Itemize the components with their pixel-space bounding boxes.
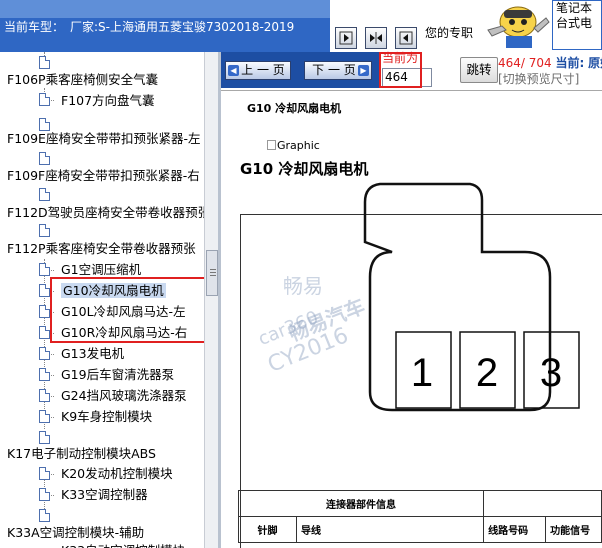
document-icon (39, 305, 50, 318)
vehicle-info: 当前车型： 厂家:S-上海通用五菱宝骏7302018-2019 (4, 21, 328, 34)
prev-arrow-icon: ◀ (228, 65, 239, 76)
connector-diagram: 1 2 3 (363, 182, 580, 412)
table-row: 针脚 导线 线路号码 功能信号 (238, 516, 602, 543)
page-mode-value[interactable]: 原始 (588, 56, 602, 70)
document-icon (39, 326, 50, 339)
page-mode-label: 当前: (555, 56, 585, 70)
tree-item-k33[interactable]: K33空调控制器 (61, 484, 148, 505)
split-arrows-icon (370, 32, 382, 44)
vehicle-model-value: 厂家:S-上海通用五菱宝骏7302018-2019 (70, 20, 295, 34)
document-icon (39, 347, 50, 360)
document-icon (39, 410, 50, 423)
preview-size-toggle[interactable]: [切换预览尺寸] (498, 70, 579, 87)
broken-image-icon (267, 140, 276, 150)
diagram-subtitle: G10 冷却风扇电机 (247, 102, 342, 115)
document-icon (39, 389, 50, 402)
page-info: 464/ 704 当前: 原始 (498, 54, 602, 71)
arrow-right-icon (339, 31, 353, 45)
document-icon (39, 467, 50, 480)
vehicle-bar-top (0, 0, 330, 18)
tree-item-f109e[interactable]: F109E座椅安全带带扣预张紧器-左 (7, 128, 200, 149)
tool-strip: 您的专职 笔记本 台式电 (330, 0, 602, 52)
highlight-box-nav (379, 52, 422, 88)
document-icon (39, 488, 50, 501)
table-header-function: 功能信号 (545, 516, 602, 543)
connector-info-table: 连接器部件信息 针脚 导线 线路号码 功能信号 (237, 490, 602, 543)
vehicle-model-label: 当前车型： (4, 20, 65, 34)
tree-item-k17[interactable]: K17电子制动控制模块ABS (7, 443, 156, 464)
page-current: 464 (498, 56, 521, 70)
document-icon (39, 263, 50, 276)
table-header-pin: 针脚 (238, 516, 297, 543)
document-icon (39, 224, 50, 237)
brand-box: 笔记本 台式电 (552, 0, 602, 50)
graphic-alt-text: Graphic (277, 139, 320, 152)
pin-3-label: 3 (540, 351, 562, 395)
promo-text: 您的专职 (425, 26, 474, 40)
document-icon (39, 284, 50, 297)
panel-split-button[interactable] (365, 27, 387, 49)
page-total: 704 (528, 56, 552, 70)
document-icon (39, 509, 50, 522)
next-arrow-icon: ▶ (358, 65, 369, 76)
table-cell (483, 490, 602, 517)
pin-2-label: 2 (476, 351, 498, 395)
document-icon (39, 56, 50, 69)
graphic-placeholder: Graphic (267, 139, 320, 152)
document-icon (39, 368, 50, 381)
jump-button[interactable]: 跳转 (460, 57, 498, 83)
document-icon (39, 152, 50, 165)
prev-page-label: 上 一 页 (241, 63, 285, 77)
tree-item-k20[interactable]: K20发动机控制模块 (61, 463, 173, 484)
next-page-label: 下 一 页 (312, 63, 356, 77)
tree-item-f106p[interactable]: F106P乘客座椅侧安全气囊 (7, 69, 158, 90)
brand-line-1: 笔记本 (556, 1, 593, 15)
table-header-wire: 导线 (295, 516, 485, 543)
document-icon (39, 93, 50, 106)
pin-1-label: 1 (411, 351, 433, 395)
panel-right-button[interactable] (395, 27, 417, 49)
brand-line-2: 台式电 (556, 16, 593, 30)
tree-item-f107[interactable]: F107方向盘气囊 (61, 90, 155, 111)
table-row: 连接器部件信息 (237, 490, 602, 517)
mascot-icon (487, 6, 550, 48)
document-icon (39, 188, 50, 201)
arrow-left-icon (399, 31, 413, 45)
tree-item-g13[interactable]: G13发电机 (61, 343, 124, 364)
table-header-circuit: 线路号码 (483, 516, 547, 543)
prev-page-button[interactable]: ◀ 上 一 页 (225, 61, 291, 80)
page-separator: / (520, 56, 525, 70)
panel-left-button[interactable] (335, 27, 357, 49)
next-page-button[interactable]: 下 一 页 ▶ (304, 61, 372, 80)
page-nav-bar: ◀ 上 一 页 下 一 页 ▶ (221, 52, 381, 88)
tree-item-k33-auto[interactable]: K33自动空调控制模块 (61, 540, 185, 548)
vehicle-bar: 当前车型： 厂家:S-上海通用五菱宝骏7302018-2019 (0, 0, 330, 52)
table-section-header: 连接器部件信息 (237, 490, 485, 517)
